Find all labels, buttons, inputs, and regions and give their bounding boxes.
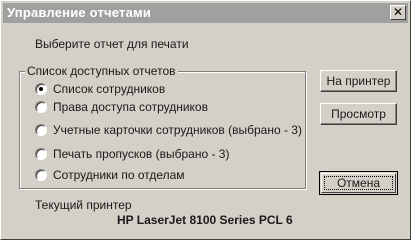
radio-button[interactable] — [35, 101, 47, 113]
radio-button[interactable] — [35, 124, 47, 136]
radio-option-print-passes[interactable]: Печать пропусков (выбрано - 3) — [35, 146, 229, 162]
radio-label: Список сотрудников — [53, 82, 166, 96]
radio-option-employee-cards[interactable]: Учетные карточки сотрудников (выбрано - … — [35, 122, 302, 138]
radio-label: Учетные карточки сотрудников (выбрано - … — [53, 123, 302, 137]
report-manager-dialog: Управление отчетами ✕ Выберите отчет для… — [0, 0, 411, 240]
current-printer-label: Текущий принтер — [35, 198, 132, 212]
radio-label: Печать пропусков (выбрано - 3) — [53, 147, 230, 161]
report-list-legend: Список доступных отчетов — [25, 64, 178, 78]
title-bar[interactable]: Управление отчетами ✕ — [3, 3, 408, 23]
preview-button[interactable]: Просмотр — [320, 103, 397, 125]
cancel-button[interactable]: Отмена — [319, 171, 398, 195]
radio-label: Сотрудники по отделам — [53, 168, 185, 182]
radio-option-employee-list[interactable]: Список сотрудников — [35, 81, 165, 97]
close-button[interactable]: ✕ — [390, 5, 406, 20]
radio-button[interactable] — [35, 169, 47, 181]
radio-button[interactable] — [35, 148, 47, 160]
current-printer-name: HP LaserJet 8100 Series PCL 6 — [117, 213, 293, 227]
window-title: Управление отчетами — [7, 5, 152, 20]
radio-option-employees-by-department[interactable]: Сотрудники по отделам — [35, 167, 185, 183]
select-report-prompt: Выберите отчет для печати — [35, 37, 189, 51]
radio-option-access-rights[interactable]: Права доступа сотрудников — [35, 99, 208, 115]
radio-button[interactable] — [35, 83, 47, 95]
radio-label: Права доступа сотрудников — [53, 100, 208, 114]
focus-rectangle — [324, 176, 393, 190]
to-printer-button[interactable]: На принтер — [320, 70, 397, 92]
close-icon: ✕ — [392, 5, 404, 19]
